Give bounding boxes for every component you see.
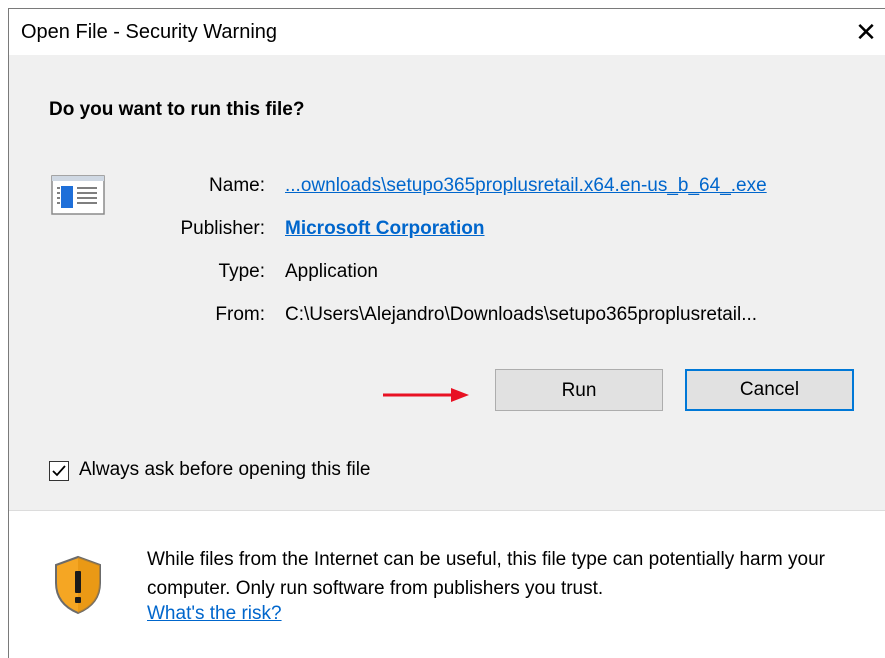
- warning-message: While files from the Internet can be use…: [147, 549, 825, 599]
- type-label: Type:: [218, 261, 265, 282]
- whats-the-risk-link[interactable]: What's the risk?: [147, 603, 282, 625]
- checkmark-icon: [52, 465, 66, 477]
- publisher-link[interactable]: Microsoft Corporation: [285, 218, 485, 240]
- close-icon[interactable]: ✕: [849, 15, 883, 49]
- security-warning-dialog: Open File - Security Warning ✕ Do you wa…: [8, 8, 885, 658]
- file-name-link[interactable]: ...ownloads\setupo365proplusretail.x64.e…: [285, 175, 767, 197]
- warning-panel: While files from the Internet can be use…: [9, 511, 885, 658]
- from-value: C:\Users\Alejandro\Downloads\setupo365pr…: [285, 304, 758, 325]
- warning-shield-icon: [55, 555, 101, 615]
- checkbox-label: Always ask before opening this file: [79, 459, 371, 480]
- cancel-button[interactable]: Cancel: [685, 369, 854, 411]
- from-label: From:: [215, 304, 265, 325]
- name-label: Name:: [209, 175, 265, 196]
- run-question-heading: Do you want to run this file?: [49, 99, 305, 120]
- run-button[interactable]: Run: [495, 369, 663, 411]
- window-title: Open File - Security Warning: [21, 21, 278, 43]
- checkbox-box[interactable]: [49, 461, 69, 481]
- type-value: Application: [285, 261, 378, 282]
- title-bar[interactable]: Open File - Security Warning ✕: [9, 9, 885, 55]
- publisher-label: Publisher:: [180, 218, 266, 239]
- dialog-main-panel: Do you want to run this file? Name: ...o…: [9, 55, 885, 510]
- red-arrow-pointer: [383, 388, 469, 402]
